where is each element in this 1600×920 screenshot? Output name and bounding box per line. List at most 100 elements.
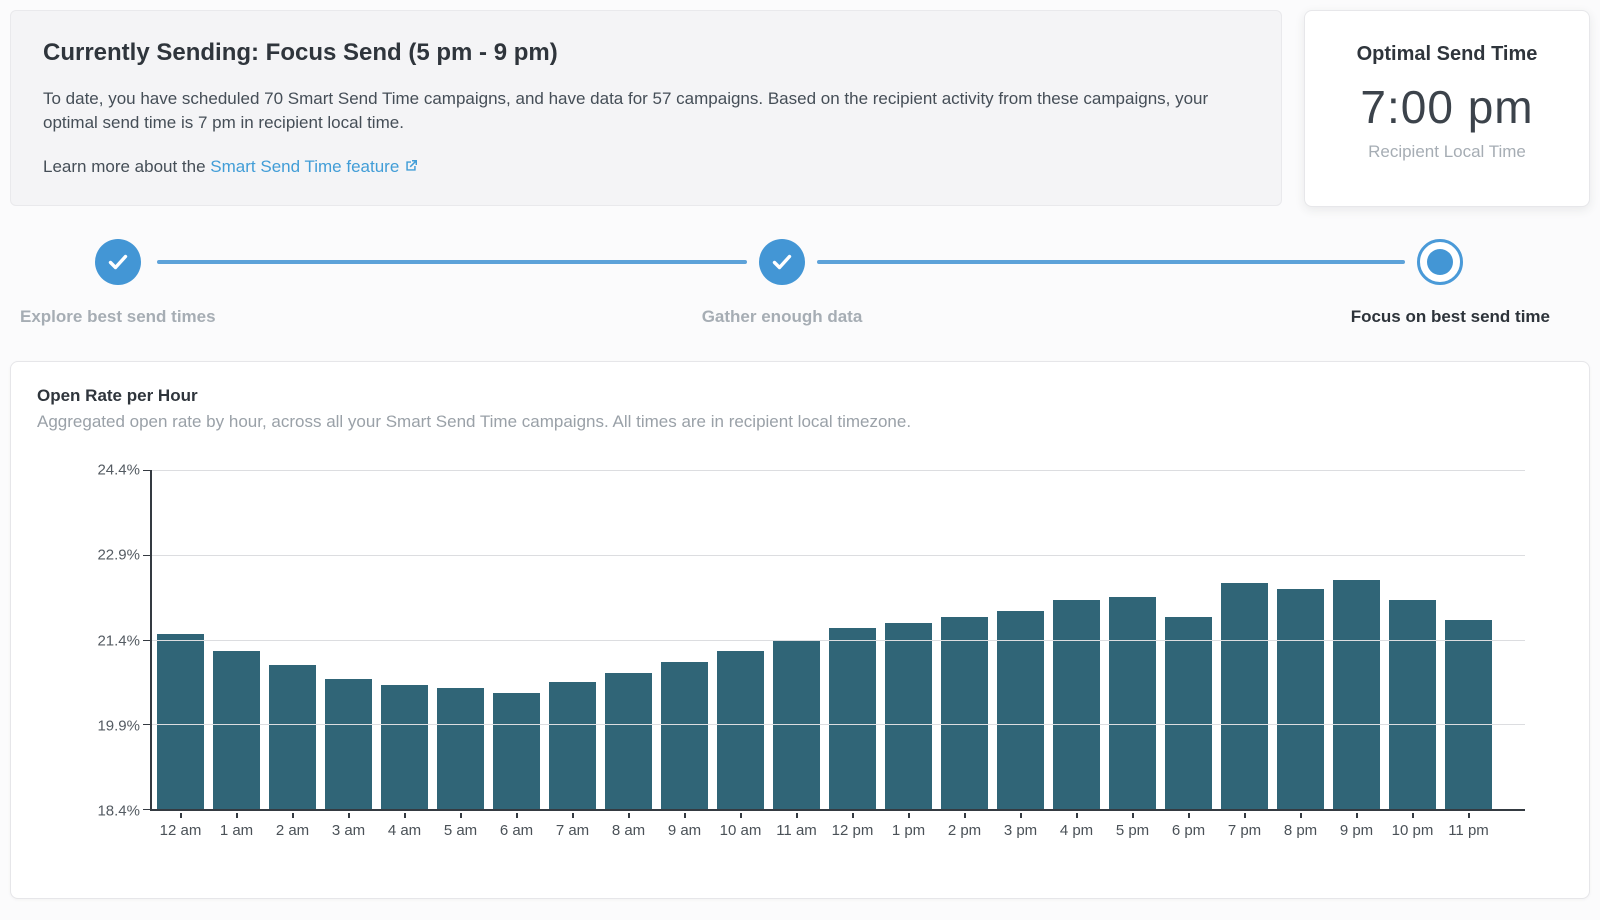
x-axis-tick <box>796 813 798 818</box>
stepper-connector-2 <box>817 260 1405 264</box>
x-axis-tick <box>348 813 350 818</box>
bar-4-am[interactable] <box>381 685 428 809</box>
bar-7-pm[interactable] <box>1221 583 1268 809</box>
x-axis-tick <box>684 813 686 818</box>
x-axis-label: 6 am <box>493 813 540 839</box>
y-axis-tick <box>143 809 150 810</box>
x-axis-tick <box>908 813 910 818</box>
x-axis-label: 8 pm <box>1277 813 1324 839</box>
bar-10-am[interactable] <box>717 651 764 809</box>
y-axis-label: 18.4% <box>97 803 140 820</box>
x-axis-tick <box>404 813 406 818</box>
x-axis-label: 3 am <box>325 813 372 839</box>
chart-title: Open Rate per Hour <box>37 386 1563 406</box>
bar-5-pm[interactable] <box>1109 597 1156 809</box>
smart-send-time-page: Currently Sending: Focus Send (5 pm - 9 … <box>0 0 1600 909</box>
bar-2-pm[interactable] <box>941 617 988 809</box>
x-axis-tick <box>292 813 294 818</box>
bar-3-am[interactable] <box>325 679 372 809</box>
x-axis-tick <box>236 813 238 818</box>
x-axis-tick <box>1188 813 1190 818</box>
progress-stepper: Explore best send times Gather enough da… <box>10 235 1590 335</box>
bar-3-pm[interactable] <box>997 611 1044 809</box>
gridline <box>152 724 1525 725</box>
bar-1-pm[interactable] <box>885 623 932 809</box>
x-axis-tick <box>516 813 518 818</box>
x-axis-label: 3 pm <box>997 813 1044 839</box>
x-axis-label: 9 am <box>661 813 708 839</box>
x-axis-tick <box>852 813 854 818</box>
step-explore-marker <box>95 239 141 285</box>
x-axis-tick <box>460 813 462 818</box>
bar-11-pm[interactable] <box>1445 620 1492 809</box>
check-icon <box>770 250 794 274</box>
x-axis-tick <box>1468 813 1470 818</box>
bar-2-am[interactable] <box>269 665 316 809</box>
bar-4-pm[interactable] <box>1053 600 1100 809</box>
x-axis-label: 11 pm <box>1445 813 1492 839</box>
step-gather-marker <box>759 239 805 285</box>
gridline <box>152 640 1525 641</box>
smart-send-time-feature-link[interactable]: Smart Send Time feature <box>210 157 419 176</box>
optimal-send-time-subtitle: Recipient Local Time <box>1317 142 1577 162</box>
x-axis-tick <box>628 813 630 818</box>
bar-5-am[interactable] <box>437 688 484 809</box>
bar-12-am[interactable] <box>157 634 204 809</box>
y-axis: 24.4%22.9%21.4%19.9%18.4% <box>37 470 150 811</box>
bar-12-pm[interactable] <box>829 628 876 809</box>
bar-8-pm[interactable] <box>1277 589 1324 809</box>
learn-more-line: Learn more about the Smart Send Time fea… <box>43 157 1249 177</box>
gridline <box>152 470 1525 471</box>
bar-7-am[interactable] <box>549 682 596 809</box>
x-axis-label: 7 pm <box>1221 813 1268 839</box>
bar-6-am[interactable] <box>493 693 540 809</box>
y-axis-label: 19.9% <box>97 717 140 734</box>
x-axis-label: 7 am <box>549 813 596 839</box>
y-axis-label: 22.9% <box>97 547 140 564</box>
campaign-summary-text: To date, you have scheduled 70 Smart Sen… <box>43 87 1243 135</box>
optimal-send-time-card: Optimal Send Time 7:00 pm Recipient Loca… <box>1304 10 1590 207</box>
x-axis: 12 am1 am2 am3 am4 am5 am6 am7 am8 am9 a… <box>157 813 1563 839</box>
x-axis-label: 10 am <box>717 813 764 839</box>
step-label-focus: Focus on best send time <box>1351 307 1550 327</box>
y-axis-label: 21.4% <box>97 632 140 649</box>
bar-9-am[interactable] <box>661 662 708 809</box>
y-axis-tick <box>143 640 150 641</box>
step-label-explore: Explore best send times <box>20 307 216 327</box>
x-axis-label: 4 am <box>381 813 428 839</box>
x-axis-label: 5 pm <box>1109 813 1156 839</box>
x-axis-tick <box>572 813 574 818</box>
learn-more-prefix: Learn more about the <box>43 157 206 176</box>
x-axis-label: 1 pm <box>885 813 932 839</box>
bar-9-pm[interactable] <box>1333 580 1380 809</box>
x-axis-label: 6 pm <box>1165 813 1212 839</box>
optimal-send-time-title: Optimal Send Time <box>1317 43 1577 66</box>
currently-sending-title: Currently Sending: Focus Send (5 pm - 9 … <box>43 39 1249 67</box>
x-axis-tick <box>1020 813 1022 818</box>
x-axis-tick <box>1356 813 1358 818</box>
gridline <box>152 555 1525 556</box>
y-axis-tick <box>143 555 150 556</box>
x-axis-tick <box>964 813 966 818</box>
x-axis-label: 2 am <box>269 813 316 839</box>
x-axis-label: 1 am <box>213 813 260 839</box>
currently-sending-card: Currently Sending: Focus Send (5 pm - 9 … <box>10 10 1282 206</box>
external-link-icon <box>403 158 419 174</box>
step-focus-marker <box>1417 239 1463 285</box>
bar-10-pm[interactable] <box>1389 600 1436 809</box>
y-axis-label: 24.4% <box>97 462 140 479</box>
x-axis-label: 2 pm <box>941 813 988 839</box>
x-axis-label: 12 am <box>157 813 204 839</box>
chart-subtitle: Aggregated open rate by hour, across all… <box>37 412 1563 432</box>
bar-6-pm[interactable] <box>1165 617 1212 809</box>
bar-8-am[interactable] <box>605 673 652 809</box>
x-axis-tick <box>1412 813 1414 818</box>
bar-1-am[interactable] <box>213 651 260 809</box>
top-row: Currently Sending: Focus Send (5 pm - 9 … <box>10 10 1590 207</box>
y-axis-tick <box>143 724 150 725</box>
x-axis-tick <box>1244 813 1246 818</box>
check-icon <box>106 250 130 274</box>
plot-area <box>150 470 1525 811</box>
y-axis-tick <box>143 470 150 471</box>
x-axis-label: 10 pm <box>1389 813 1436 839</box>
